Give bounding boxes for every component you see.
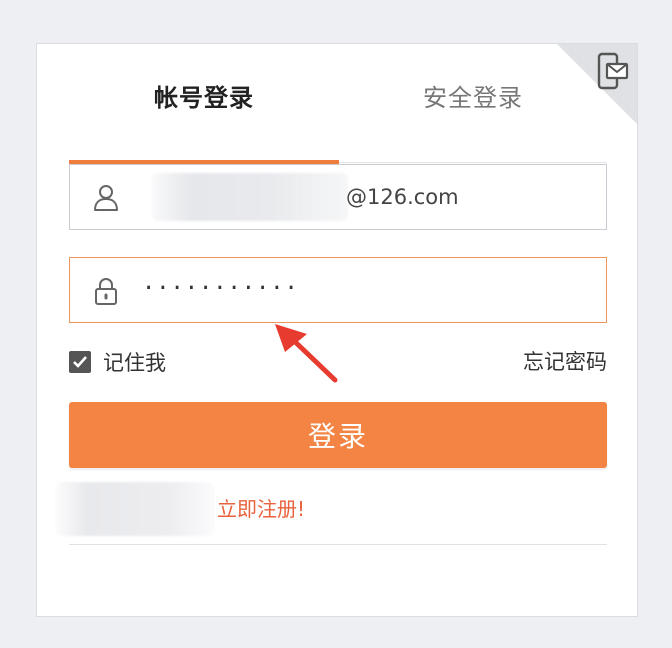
redacted-username	[152, 173, 348, 221]
bottom-divider	[69, 544, 607, 545]
checkmark-icon	[73, 356, 87, 368]
remember-label: 记住我	[103, 351, 166, 375]
user-icon	[94, 185, 118, 211]
email-domain-suffix: @126.com	[346, 185, 459, 209]
password-masked-value: ···········	[142, 276, 299, 301]
remember-checkbox[interactable]	[69, 351, 91, 373]
remember-me[interactable]: 记住我	[69, 347, 166, 377]
tab-divider	[339, 162, 607, 163]
password-field[interactable]: ···········	[69, 257, 607, 323]
redacted-text	[55, 482, 215, 536]
register-link[interactable]: 立即注册!	[217, 494, 305, 524]
lock-icon	[95, 278, 117, 305]
login-card: 帐号登录 安全登录 @126.com ··········· 记住我 忘记密码 …	[36, 43, 638, 617]
username-field[interactable]: @126.com	[69, 164, 607, 230]
red-arrow-annotation	[275, 324, 338, 383]
login-button[interactable]: 登录	[69, 402, 607, 468]
login-tabs: 帐号登录 安全登录	[69, 78, 607, 164]
tab-account-login[interactable]: 帐号登录	[69, 78, 339, 130]
forgot-password-link[interactable]: 忘记密码	[523, 347, 607, 377]
login-frame: 帐号登录 安全登录 @126.com ··········· 记住我 忘记密码 …	[0, 0, 672, 648]
tab-secure-login[interactable]: 安全登录	[339, 78, 607, 130]
